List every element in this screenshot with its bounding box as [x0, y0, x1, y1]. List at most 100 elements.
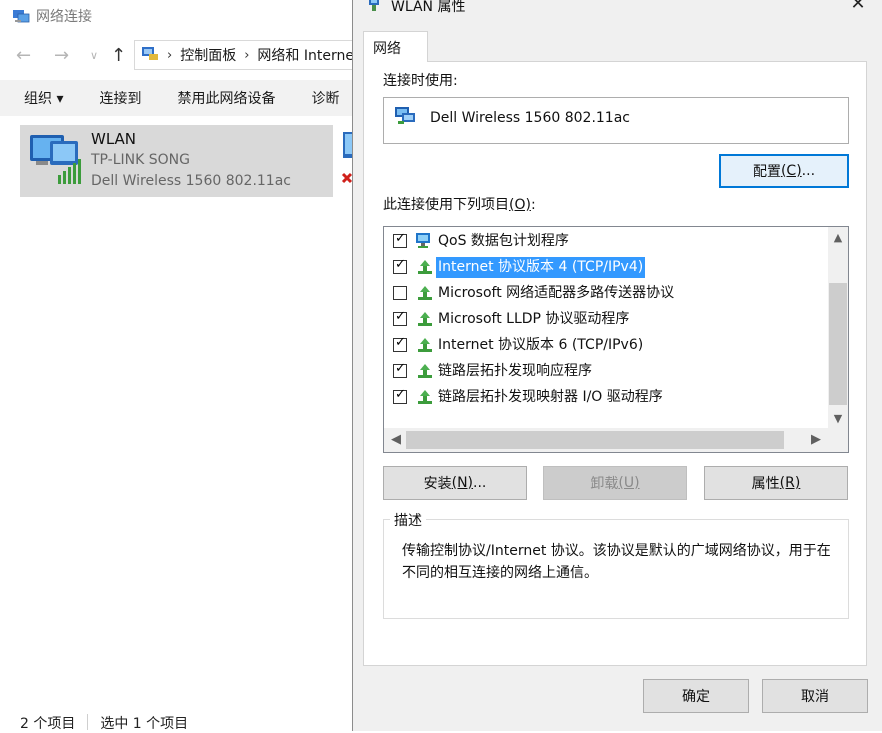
item-checkbox[interactable]: ✓: [393, 257, 407, 274]
status-bar: 2 个项目 选中 1 个项目: [20, 713, 188, 733]
command-bar: 组织 ▾ 连接到 禁用此网络设备 诊断: [0, 80, 360, 116]
list-item[interactable]: Microsoft 网络适配器多路传送器协议: [384, 280, 824, 306]
adapter-name: WLAN: [91, 130, 137, 148]
item-label: 链路层拓扑发现响应程序: [438, 363, 592, 379]
wlan-properties-dialog: WLAN 属性 ✕ 网络 连接时使用: Dell Wireless 1560 8…: [352, 0, 882, 731]
scroll-down-icon[interactable]: ▼: [828, 410, 848, 428]
items-label-text: 此连接使用下列项目: [383, 197, 509, 213]
network-adapter-icon: [367, 0, 381, 16]
scrollbar-corner: [828, 428, 848, 452]
dialog-title: WLAN 属性: [391, 0, 466, 15]
adapter-display-box: Dell Wireless 1560 802.11ac: [383, 97, 849, 144]
scroll-right-icon[interactable]: ▶: [806, 430, 826, 450]
configure-button-suffix: ...: [801, 163, 816, 179]
tab-network[interactable]: 网络: [363, 31, 428, 62]
item-label: Internet 协议版本 6 (TCP/IPv6): [438, 337, 644, 353]
components-list[interactable]: ✓ QoS 数据包计划程序 ✓ Internet 协议版本 4 (TCP/IPv4) M…: [383, 226, 849, 453]
checkmark-icon: ✓: [395, 231, 406, 246]
ok-button[interactable]: 确定: [643, 679, 749, 713]
item-checkbox[interactable]: ✓: [393, 231, 407, 248]
protocol-icon: [415, 310, 435, 328]
configure-button[interactable]: 配置 (C)...: [719, 154, 849, 188]
control-panel-icon: [141, 45, 159, 65]
checkmark-icon: ✓: [395, 257, 406, 272]
qos-scheduler-icon: [415, 232, 435, 250]
description-group: 描述 传输控制协议/Internet 协议。该协议是默认的广域网络协议，用于在不…: [383, 510, 849, 619]
item-checkbox[interactable]: ✓: [393, 387, 407, 404]
list-item[interactable]: ✓ Internet 协议版本 6 (TCP/IPv6): [384, 332, 824, 358]
breadcrumb-network-internet[interactable]: 网络和 Internet: [257, 45, 359, 65]
install-button[interactable]: 安装 (N)...: [383, 466, 527, 500]
wireless-adapter-icon: [26, 131, 86, 189]
breadcrumb-control-panel[interactable]: 控制面板: [180, 45, 236, 65]
uninstall-button-key: (U): [618, 475, 640, 491]
connect-using-label: 连接时使用:: [383, 73, 458, 89]
explorer-title-bar: 网络连接: [12, 6, 92, 26]
checkmark-icon: ✓: [395, 309, 406, 324]
item-label: Internet 协议版本 4 (TCP/IPv4): [436, 257, 646, 278]
item-checkbox[interactable]: [393, 286, 407, 300]
checkmark-icon: ✓: [395, 387, 406, 402]
address-bar[interactable]: › 控制面板 › 网络和 Internet: [134, 40, 374, 70]
horizontal-scroll-thumb[interactable]: [406, 431, 784, 449]
network-tab-panel: 连接时使用: Dell Wireless 1560 802.11ac 配置 (C)…: [363, 61, 867, 666]
install-button-suffix: ...: [473, 475, 487, 491]
breadcrumb-separator-icon: ›: [167, 47, 173, 63]
close-icon[interactable]: ✕: [848, 0, 868, 14]
organize-menu[interactable]: 组织 ▾: [24, 88, 63, 108]
recent-locations-chevron-icon[interactable]: ∨: [90, 44, 98, 68]
items-label: 此连接使用下列项目(O):: [383, 194, 536, 214]
protocol-icon: [415, 284, 435, 302]
connect-to-command[interactable]: 连接到: [99, 88, 141, 108]
description-text: 传输控制协议/Internet 协议。该协议是默认的广域网络协议，用于在不同的相…: [402, 543, 831, 581]
list-item[interactable]: ✓ 链路层拓扑发现响应程序: [384, 358, 824, 384]
configure-button-key: (C): [780, 163, 802, 179]
protocol-icon: [415, 388, 435, 406]
selected-count: 选中 1 个项目: [100, 716, 189, 732]
adapter-network: TP-LINK SONG: [91, 152, 190, 168]
adapter-name-text: Dell Wireless 1560 802.11ac: [430, 110, 630, 126]
diagnose-command[interactable]: 诊断: [311, 88, 339, 108]
adapter-device: Dell Wireless 1560 802.11ac: [91, 173, 291, 189]
install-button-text: 安装: [423, 476, 452, 492]
cancel-button[interactable]: 取消: [762, 679, 868, 713]
properties-button-key: (R): [779, 475, 801, 491]
explorer-title: 网络连接: [36, 9, 92, 25]
status-divider: [87, 714, 89, 730]
scroll-up-icon[interactable]: ▲: [828, 229, 848, 247]
vertical-scroll-thumb[interactable]: [829, 283, 847, 405]
item-count: 2 个项目: [20, 716, 76, 732]
list-item[interactable]: ✓ QoS 数据包计划程序: [384, 228, 824, 254]
list-item[interactable]: ✓ Microsoft LLDP 协议驱动程序: [384, 306, 824, 332]
item-label: Microsoft 网络适配器多路传送器协议: [438, 285, 675, 301]
list-item[interactable]: ✓ Internet 协议版本 4 (TCP/IPv4): [384, 254, 824, 280]
network-connections-icon: [12, 8, 30, 24]
item-checkbox[interactable]: ✓: [393, 361, 407, 378]
horizontal-scrollbar[interactable]: ◀ ▶: [384, 428, 830, 452]
checkmark-icon: ✓: [395, 335, 406, 350]
properties-button[interactable]: 属性 (R): [704, 466, 848, 500]
disable-device-command[interactable]: 禁用此网络设备: [177, 88, 275, 108]
forward-arrow-icon[interactable]: →: [54, 44, 69, 68]
dialog-title-bar: WLAN 属性: [367, 0, 465, 16]
protocol-icon: [415, 362, 435, 380]
back-arrow-icon[interactable]: ←: [16, 44, 31, 68]
items-label-suffix: :: [530, 197, 536, 213]
scroll-left-icon[interactable]: ◀: [386, 430, 406, 450]
protocol-icon: [415, 336, 435, 354]
breadcrumb-separator-icon: ›: [244, 47, 250, 63]
up-arrow-icon[interactable]: ↑: [111, 44, 126, 68]
items-label-key: (O): [509, 197, 531, 213]
item-label: Microsoft LLDP 协议驱动程序: [438, 311, 630, 327]
item-label: QoS 数据包计划程序: [438, 233, 569, 249]
uninstall-button[interactable]: 卸载 (U): [543, 466, 687, 500]
wlan-adapter-item[interactable]: WLAN TP-LINK SONG Dell Wireless 1560 802…: [20, 125, 333, 197]
uninstall-button-text: 卸载: [590, 476, 619, 492]
item-checkbox[interactable]: ✓: [393, 335, 407, 352]
item-checkbox[interactable]: ✓: [393, 309, 407, 326]
network-adapter-icon: [394, 106, 416, 126]
checkmark-icon: ✓: [395, 361, 406, 376]
configure-button-text: 配置: [752, 164, 781, 180]
list-item[interactable]: ✓ 链路层拓扑发现映射器 I/O 驱动程序: [384, 384, 824, 410]
vertical-scrollbar[interactable]: ▲ ▼: [828, 227, 848, 428]
